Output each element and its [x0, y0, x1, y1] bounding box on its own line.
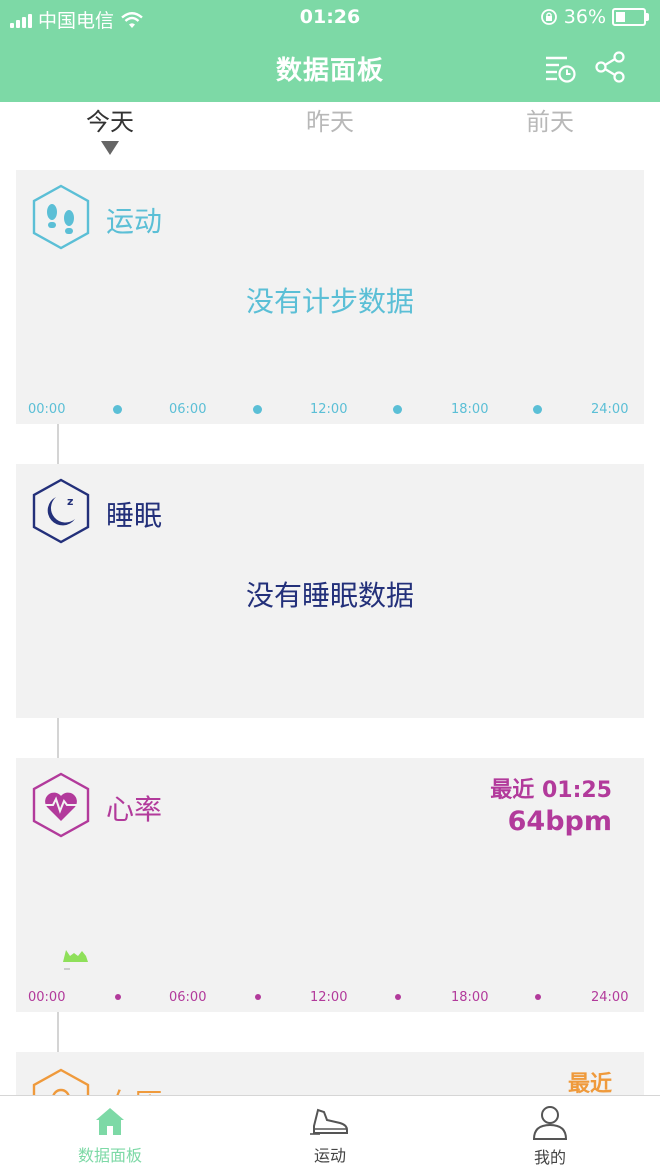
- tab-day-before-label: 前天: [526, 108, 574, 136]
- tab-yesterday[interactable]: 昨天: [270, 102, 390, 137]
- heart-rate-graph: [63, 950, 88, 970]
- axis-dot: [253, 405, 262, 414]
- axis-dot: [395, 994, 401, 1000]
- blood-pressure-card[interactable]: 血压 最近: [16, 1052, 644, 1095]
- share-button[interactable]: [593, 50, 627, 84]
- axis-dot: [535, 994, 541, 1000]
- tab-today[interactable]: 今天: [50, 102, 170, 155]
- axis-tick-label: 24:00: [591, 402, 629, 417]
- axis-dot: [115, 994, 121, 1000]
- nav-dashboard[interactable]: 数据面板: [30, 1104, 190, 1166]
- blood-pressure-recent-label: 最近: [567, 1072, 612, 1095]
- status-right: 36%: [540, 6, 649, 28]
- tab-today-label: 今天: [86, 108, 134, 136]
- day-tabs: 今天 昨天 前天: [0, 102, 660, 162]
- blood-pressure-label: 血压: [106, 1082, 162, 1095]
- nav-dashboard-label: 数据面板: [77, 1146, 142, 1165]
- activity-card[interactable]: 运动 没有计步数据 00:00 06:00 12:00 18:00 24:00: [16, 170, 644, 424]
- tab-day-before[interactable]: 前天: [490, 102, 610, 137]
- heart-rate-icon: [32, 772, 90, 838]
- sleep-label: 睡眠: [106, 499, 163, 532]
- sleep-card[interactable]: z 睡眠 没有睡眠数据: [16, 464, 644, 718]
- bottom-nav: 数据面板 运动 我的: [0, 1095, 660, 1175]
- blood-pressure-icon: [32, 1068, 90, 1095]
- app-header: 中国电信 01:26 36% 数据面板: [0, 0, 660, 102]
- nav-profile[interactable]: 我的: [470, 1104, 630, 1168]
- home-icon: [96, 1108, 124, 1135]
- nav-sport-label: 运动: [313, 1146, 346, 1165]
- axis-dot: [113, 405, 122, 414]
- tab-yesterday-label: 昨天: [306, 108, 354, 136]
- axis-tick-label: 06:00: [169, 990, 207, 1005]
- axis-dot: [255, 994, 261, 1000]
- card-connector-line: [57, 424, 59, 464]
- activity-empty-message: 没有计步数据: [245, 285, 414, 318]
- axis-tick-label: 24:00: [591, 990, 629, 1005]
- svg-text:z: z: [67, 495, 73, 508]
- activity-label: 运动: [106, 205, 163, 238]
- heart-rate-card[interactable]: 心率 最近 01:25 64bpm 00:00 06:00 12:00 18:0…: [16, 758, 644, 1012]
- card-connector-line: [57, 718, 59, 758]
- footprints-icon: [32, 184, 90, 250]
- heart-rate-label: 心率: [106, 793, 163, 826]
- axis-tick-label: 00:00: [28, 990, 66, 1005]
- axis-tick-label: 12:00: [310, 402, 348, 417]
- nav-profile-label: 我的: [533, 1148, 566, 1167]
- axis-tick-label: 00:00: [28, 402, 66, 417]
- nav-sport[interactable]: 运动: [250, 1104, 410, 1166]
- moon-icon: z: [32, 478, 90, 544]
- axis-tick-label: 06:00: [169, 402, 207, 417]
- battery-percent: 36%: [563, 6, 606, 28]
- axis-tick-label: 18:00: [451, 990, 489, 1005]
- person-icon: [532, 1106, 568, 1140]
- status-bar: 中国电信 01:26 36%: [0, 0, 660, 34]
- axis-dot: [393, 405, 402, 414]
- battery-icon: [612, 8, 649, 26]
- heart-rate-recent-value: 64bpm: [507, 806, 612, 837]
- axis-tick-label: 18:00: [451, 402, 489, 417]
- tab-indicator-arrow: [101, 141, 119, 155]
- orientation-lock-icon: [540, 9, 557, 25]
- heart-rate-time-axis: 00:00 06:00 12:00 18:00 24:00: [16, 990, 644, 1006]
- sleep-empty-message: 没有睡眠数据: [245, 579, 414, 612]
- history-button[interactable]: [543, 50, 577, 84]
- axis-tick-label: 12:00: [310, 990, 348, 1005]
- heart-rate-recent-time: 最近 01:25: [490, 778, 612, 803]
- activity-time-axis: 00:00 06:00 12:00 18:00 24:00: [16, 402, 644, 418]
- axis-dot: [533, 405, 542, 414]
- sneaker-icon: [310, 1108, 348, 1135]
- card-connector-line: [57, 1012, 59, 1052]
